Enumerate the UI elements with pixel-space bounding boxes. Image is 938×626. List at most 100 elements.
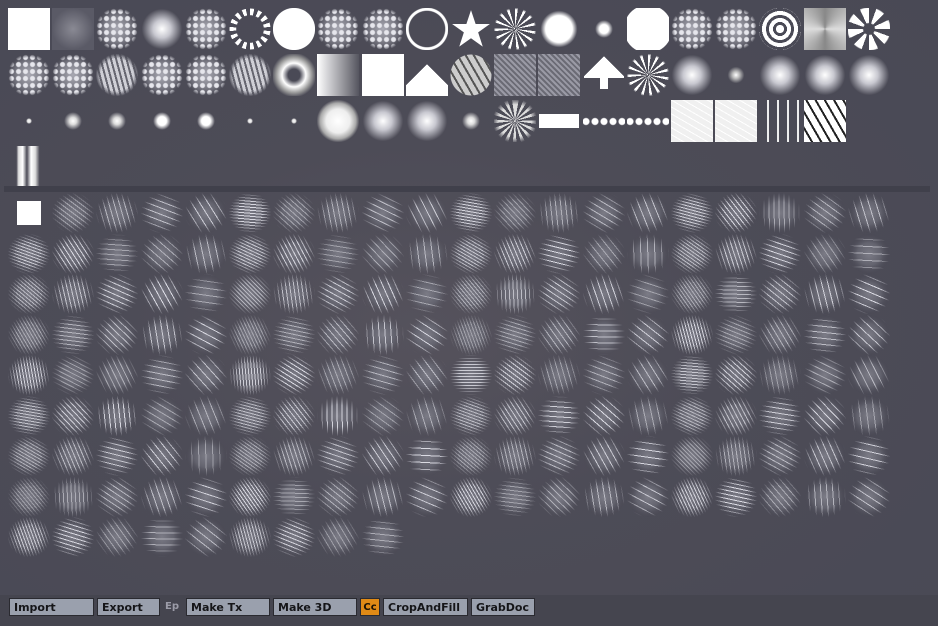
alpha-texture-thumb[interactable] — [317, 193, 360, 233]
alpha-texture-thumb[interactable] — [52, 517, 95, 557]
alpha-texture-thumb[interactable] — [140, 274, 183, 314]
alpha-texture-thumb[interactable] — [8, 274, 50, 314]
alpha-texture-thumb[interactable] — [494, 274, 537, 314]
alpha-texture-thumb[interactable] — [229, 476, 271, 517]
alpha-preset-scribble-square[interactable] — [671, 100, 713, 142]
alpha-texture-thumb[interactable] — [184, 517, 227, 557]
export-button[interactable]: Export — [97, 598, 160, 616]
alpha-texture-thumb[interactable] — [803, 193, 846, 233]
alpha-texture-thumb[interactable] — [317, 274, 360, 314]
alpha-texture-thumb[interactable] — [803, 355, 846, 395]
alpha-texture-thumb[interactable] — [96, 517, 139, 557]
alpha-preset-ring[interactable] — [405, 8, 448, 50]
alpha-texture-thumb[interactable] — [8, 517, 50, 557]
alpha-texture-thumb[interactable] — [184, 274, 227, 314]
alpha-texture-thumb[interactable] — [538, 395, 581, 436]
alpha-texture-thumb[interactable] — [96, 233, 139, 274]
alpha-texture-thumb[interactable] — [140, 395, 183, 436]
alpha-texture-thumb[interactable] — [317, 395, 360, 436]
alpha-texture-thumb[interactable] — [803, 395, 846, 436]
alpha-texture-thumb[interactable] — [847, 355, 890, 395]
alpha-texture-thumb[interactable] — [847, 476, 890, 517]
alpha-texture-thumb[interactable] — [405, 395, 448, 436]
alpha-texture-thumb[interactable] — [626, 436, 669, 476]
alpha-preset-fuzzy-cluster[interactable] — [52, 54, 95, 96]
alpha-texture-thumb[interactable] — [538, 436, 581, 476]
alpha-preset-soft-disc[interactable] — [361, 100, 404, 142]
alpha-texture-thumb[interactable] — [538, 193, 581, 233]
alpha-texture-thumb[interactable] — [847, 233, 890, 274]
alpha-preset-vertical-cracks[interactable] — [759, 100, 802, 142]
alpha-preset-cells-disc[interactable] — [229, 54, 271, 96]
alpha-texture-thumb[interactable] — [273, 395, 316, 436]
alpha-texture-thumb[interactable] — [317, 355, 360, 395]
cropandfill-button[interactable]: CropAndFill — [383, 598, 468, 616]
alpha-texture-thumb[interactable] — [715, 355, 758, 395]
alpha-preset-soft-dot[interactable] — [52, 100, 95, 142]
alpha-preset-starburst[interactable] — [626, 54, 669, 96]
alpha-texture-thumb[interactable] — [361, 436, 404, 476]
alpha-texture-thumb[interactable] — [759, 395, 802, 436]
alpha-texture-thumb[interactable] — [494, 436, 537, 476]
alpha-texture-thumb[interactable] — [52, 274, 95, 314]
alpha-texture-thumb[interactable] — [626, 476, 669, 517]
alpha-preset-noise-square[interactable] — [494, 54, 537, 96]
alpha-texture-thumb[interactable] — [847, 395, 890, 436]
alpha-preset-noise-disc[interactable] — [96, 8, 139, 50]
alpha-texture-thumb[interactable] — [96, 476, 139, 517]
alpha-preset-gradient-square[interactable] — [317, 54, 360, 96]
alpha-texture-thumb[interactable] — [96, 355, 139, 395]
alpha-texture-thumb[interactable] — [494, 355, 537, 395]
alpha-preset-x-gradient-square[interactable] — [803, 8, 846, 50]
alpha-texture-thumb[interactable] — [450, 476, 492, 517]
alpha-texture-thumb[interactable] — [626, 193, 669, 233]
alpha-texture-thumb[interactable] — [759, 476, 802, 517]
alpha-texture-thumb[interactable] — [52, 436, 95, 476]
alpha-preset-pebble-square[interactable] — [538, 54, 581, 96]
alpha-texture-thumb[interactable] — [671, 314, 713, 355]
alpha-texture-thumb[interactable] — [96, 395, 139, 436]
alpha-texture-thumb[interactable] — [52, 395, 95, 436]
alpha-preset-dot-chain[interactable] — [582, 100, 625, 142]
alpha-preset-arrow-up[interactable] — [582, 54, 625, 96]
alpha-preset-soft-dot[interactable] — [96, 100, 139, 142]
alpha-preset-soft-dot[interactable] — [450, 100, 492, 142]
alpha-preset-soft-disc[interactable] — [759, 54, 802, 96]
alpha-texture-thumb[interactable] — [8, 355, 50, 395]
alpha-texture-thumb[interactable] — [184, 395, 227, 436]
alpha-texture-thumb[interactable] — [538, 476, 581, 517]
alpha-preset-white-disc[interactable] — [273, 8, 316, 50]
alpha-preset-speckle-disc[interactable] — [715, 8, 758, 50]
alpha-texture-thumb[interactable] — [184, 233, 227, 274]
alpha-texture-thumb[interactable] — [450, 274, 492, 314]
import-button[interactable]: Import — [9, 598, 94, 616]
alpha-texture-thumb[interactable] — [715, 193, 758, 233]
alpha-texture-thumb[interactable] — [96, 274, 139, 314]
alpha-preset-tiny-dot[interactable] — [229, 100, 271, 142]
alpha-preset-soft-disc[interactable] — [405, 100, 448, 142]
alpha-texture-thumb[interactable] — [847, 436, 890, 476]
alpha-texture-thumb[interactable] — [582, 233, 625, 274]
alpha-texture-thumb[interactable] — [494, 193, 537, 233]
alpha-texture-thumb[interactable] — [405, 193, 448, 233]
alpha-texture-thumb[interactable] — [317, 314, 360, 355]
alpha-texture-thumb[interactable] — [582, 193, 625, 233]
alpha-texture-thumb[interactable] — [759, 193, 802, 233]
grabdoc-button[interactable]: GrabDoc — [471, 598, 535, 616]
alpha-preset-soft-white-disc[interactable] — [538, 8, 581, 50]
alpha-texture-thumb[interactable] — [361, 233, 404, 274]
alpha-preset-dots-disc[interactable] — [317, 8, 360, 50]
alpha-texture-thumb[interactable] — [626, 314, 669, 355]
alpha-texture-thumb[interactable] — [229, 395, 271, 436]
alpha-texture-thumb[interactable] — [803, 233, 846, 274]
alpha-texture-thumb[interactable] — [273, 476, 316, 517]
alpha-texture-thumb[interactable] — [96, 436, 139, 476]
alpha-preset-soft-disc[interactable] — [847, 54, 890, 96]
alpha-texture-thumb[interactable] — [715, 476, 758, 517]
alpha-preset-soft-disc[interactable] — [671, 54, 713, 96]
alpha-texture-thumb[interactable] — [52, 193, 95, 233]
alpha-texture-thumb[interactable] — [229, 436, 271, 476]
alpha-texture-thumb[interactable] — [450, 193, 492, 233]
alpha-texture-thumb[interactable] — [229, 274, 271, 314]
alpha-texture-thumb[interactable] — [52, 314, 95, 355]
